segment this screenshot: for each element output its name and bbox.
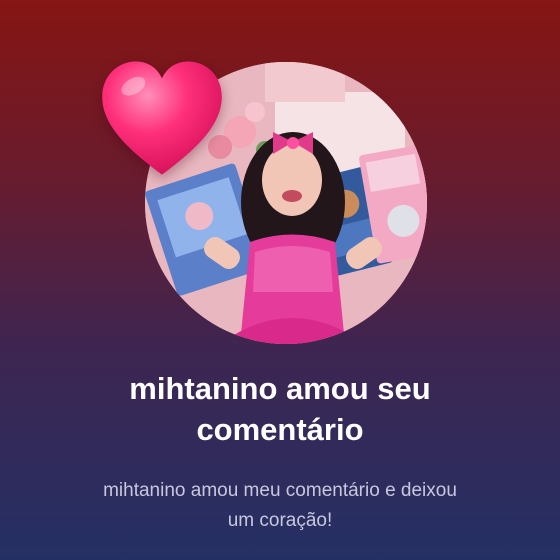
heart-icon xyxy=(102,61,222,175)
notification-title: mihtanino amou seu comentário xyxy=(129,371,431,447)
notification-subtitle: mihtanino amou meu comentário e deixou u… xyxy=(103,480,457,531)
love-notification-card: mihtanino amou seu comentário mihtanino … xyxy=(0,0,560,560)
